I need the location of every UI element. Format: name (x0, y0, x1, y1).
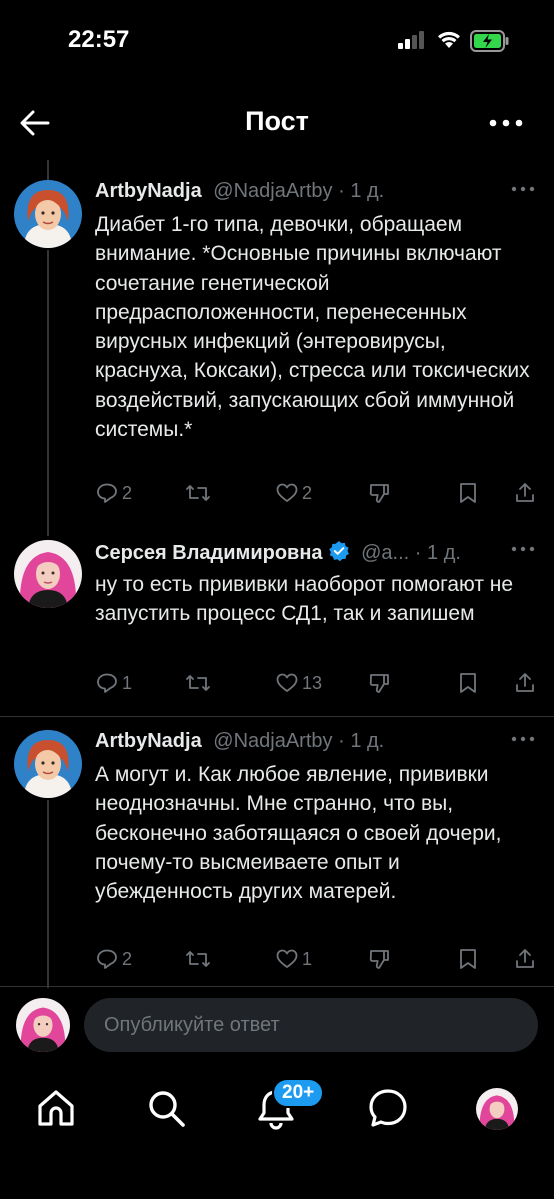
post-divider (0, 716, 554, 717)
share-button[interactable] (513, 944, 537, 974)
author-handle[interactable]: @NadjaArtby (213, 180, 332, 202)
share-button[interactable] (513, 668, 537, 698)
repost-button[interactable] (185, 668, 214, 698)
avatar[interactable] (14, 730, 82, 798)
bookmark-icon (460, 673, 476, 693)
reply-input-container (84, 998, 538, 1052)
post-meta: ArtbyNadja @NadjaArtby · 1 д. (95, 180, 535, 206)
author-name[interactable]: ArtbyNadja (95, 180, 202, 202)
avatar[interactable] (14, 540, 82, 608)
verified-badge-icon (328, 541, 349, 562)
bookmark-icon (460, 483, 476, 503)
like-button[interactable]: 1 (275, 944, 312, 974)
dislike-icon (369, 484, 389, 503)
like-count: 2 (302, 482, 313, 503)
post-more-icon[interactable] (510, 544, 536, 554)
like-count: 13 (302, 672, 323, 693)
meta-separator: · (338, 180, 345, 202)
wifi-icon (438, 31, 460, 48)
my-avatar[interactable] (16, 998, 70, 1052)
bottom-tab-bar: 20+ (0, 1064, 554, 1199)
heart-icon (276, 949, 298, 968)
share-icon (516, 949, 534, 968)
author-name[interactable]: Серсея Владимировна (95, 542, 323, 564)
post-actions: 1 13 (95, 668, 545, 698)
more-options-icon[interactable] (486, 106, 526, 140)
post-header: Пост (0, 84, 554, 160)
reply-icon (97, 673, 117, 693)
repost-button[interactable] (185, 478, 214, 508)
post-age: 1 д. (350, 730, 385, 752)
dislike-icon (369, 674, 389, 693)
bookmark-button[interactable] (457, 668, 479, 698)
page-title: Пост (245, 106, 309, 136)
home-icon[interactable] (34, 1086, 78, 1130)
status-bar: 22:57 (0, 0, 554, 84)
messages-icon[interactable] (366, 1086, 410, 1130)
bookmark-button[interactable] (457, 478, 479, 508)
reply-count: 2 (122, 948, 133, 969)
author-handle[interactable]: @a... (361, 542, 409, 564)
dislike-icon (369, 950, 389, 969)
thread-post[interactable]: ArtbyNadja @NadjaArtby · 1 д. Диабет 1-г… (0, 180, 554, 530)
reply-input[interactable] (84, 998, 538, 1052)
dislike-button[interactable] (367, 668, 391, 698)
reply-icon (97, 483, 117, 503)
reply-composer (0, 988, 554, 1064)
repost-icon (186, 675, 210, 691)
heart-icon (276, 483, 298, 502)
like-count: 1 (302, 948, 313, 969)
reply-button[interactable]: 2 (95, 944, 132, 974)
post-text: А могут и. Как любое явление, прививки н… (95, 763, 502, 904)
reply-count: 2 (122, 482, 133, 503)
like-button[interactable]: 13 (275, 668, 322, 698)
status-time: 22:57 (68, 26, 130, 53)
post-age: 1 д. (427, 542, 461, 564)
post-actions: 2 1 (95, 944, 545, 974)
dislike-button[interactable] (367, 478, 391, 508)
meta-separator: · (414, 542, 422, 564)
reply-divider (0, 986, 554, 987)
post-more-icon[interactable] (510, 184, 536, 194)
reply-icon (97, 949, 117, 969)
repost-icon (186, 951, 210, 967)
thread-line (47, 160, 49, 180)
battery-charging-icon (470, 30, 509, 52)
post-text: Диабет 1-го типа, девочки, обращаем вним… (95, 213, 530, 442)
repost-icon (186, 485, 210, 501)
search-icon[interactable] (144, 1086, 188, 1130)
bookmark-icon (460, 949, 476, 969)
reply-button[interactable]: 2 (95, 478, 132, 508)
post-actions: 2 2 (95, 478, 545, 508)
like-button[interactable]: 2 (275, 478, 312, 508)
share-icon (516, 483, 534, 502)
post-more-icon[interactable] (510, 734, 536, 744)
bookmark-button[interactable] (457, 944, 479, 974)
avatar[interactable] (14, 180, 82, 248)
reply-count: 1 (122, 672, 133, 693)
thread-post[interactable]: Серсея Владимировна @a... · 1 д. ну то е… (0, 540, 554, 720)
post-age: 1 д. (350, 180, 385, 202)
profile-avatar[interactable] (476, 1088, 518, 1130)
meta-separator: · (338, 730, 345, 752)
share-icon (516, 673, 534, 692)
thread-post[interactable]: ArtbyNadja @NadjaArtby · 1 д. А могут и.… (0, 730, 554, 980)
repost-button[interactable] (185, 944, 214, 974)
heart-icon (276, 673, 298, 692)
share-button[interactable] (513, 478, 537, 508)
author-name[interactable]: ArtbyNadja (95, 730, 202, 752)
dislike-button[interactable] (367, 944, 391, 974)
post-meta: Серсея Владимировна @a... · 1 д. (95, 540, 535, 566)
post-meta: ArtbyNadja @NadjaArtby · 1 д. (95, 730, 535, 756)
notifications-badge: 20+ (272, 1078, 325, 1108)
post-text: ну то есть прививки наоборот помогают не… (95, 573, 514, 626)
cellular-signal-icon (398, 31, 424, 49)
reply-button[interactable]: 1 (95, 668, 132, 698)
author-handle[interactable]: @NadjaArtby (213, 730, 332, 752)
